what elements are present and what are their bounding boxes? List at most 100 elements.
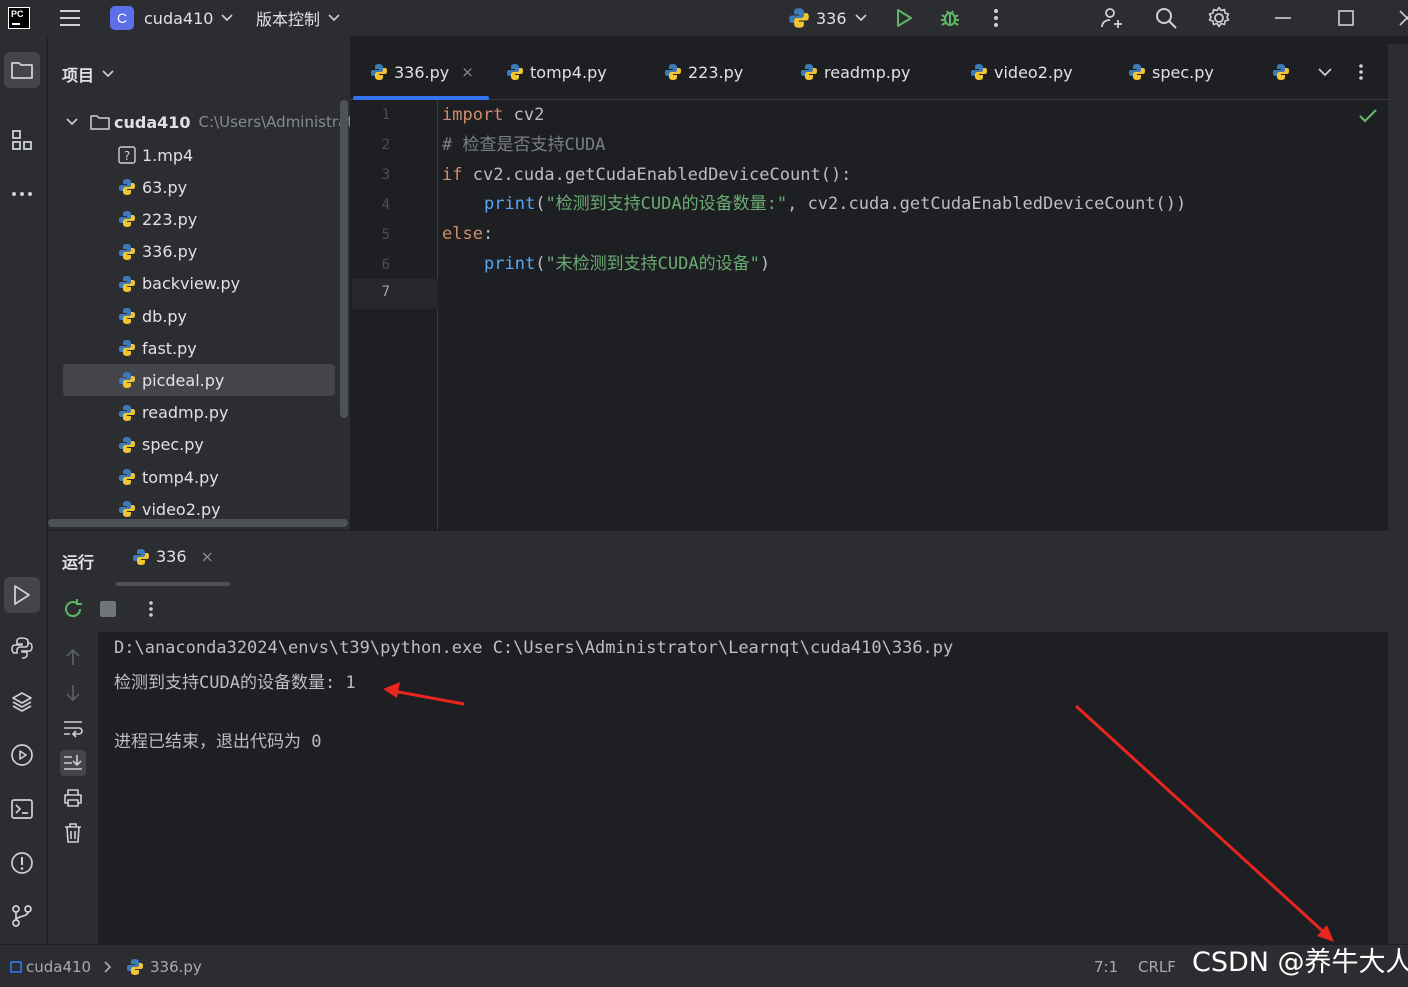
tree-file-item[interactable]: db.py xyxy=(118,300,187,332)
structure-tool-icon[interactable] xyxy=(4,122,40,158)
close-icon[interactable]: × xyxy=(201,547,214,566)
project-panel-title: 项目 xyxy=(62,66,95,85)
title-bar: PC C cuda410 版本控制 336 xyxy=(0,0,1408,36)
tree-file-item[interactable]: spec.py xyxy=(118,429,204,461)
console-line-exit: 进程已结束，退出代码为 0 xyxy=(114,732,322,752)
tab-spec-py[interactable]: spec.py xyxy=(1128,44,1214,100)
console-line-result: 检测到支持CUDA的设备数量: 1 xyxy=(114,673,356,693)
print-icon[interactable] xyxy=(60,785,86,811)
tree-file-item[interactable]: fast.py xyxy=(118,332,197,364)
main-menu-icon[interactable] xyxy=(58,6,82,30)
tree-file-label: db.py xyxy=(142,306,188,326)
tree-file-label: tomp4.py xyxy=(142,467,219,487)
console-line-command: D:\anaconda32024\envs\t39\python.exe C:\… xyxy=(114,638,954,658)
run-tab-336[interactable]: 336 × xyxy=(132,547,214,566)
minimize-icon[interactable] xyxy=(1271,6,1295,30)
tree-root-folder[interactable]: cuda410 C:\Users\Administrat xyxy=(66,106,350,138)
search-icon[interactable] xyxy=(1154,6,1178,30)
scroll-up-icon[interactable] xyxy=(60,644,86,670)
python-console-icon[interactable] xyxy=(4,630,40,666)
chevron-down-icon xyxy=(221,14,234,22)
pycharm-logo-icon[interactable]: PC xyxy=(8,7,30,29)
close-window-icon[interactable] xyxy=(1394,6,1408,30)
python-file-icon xyxy=(1273,64,1289,80)
tab-223-py[interactable]: 223.py xyxy=(664,44,743,100)
caret-position[interactable]: 7:1 xyxy=(1094,945,1118,987)
scroll-to-end-icon[interactable] xyxy=(60,750,86,776)
code-text: ( xyxy=(535,194,546,214)
tree-file-item[interactable]: 63.py xyxy=(118,171,187,203)
add-user-icon[interactable] xyxy=(1100,6,1124,30)
vcs-menu[interactable]: 版本控制 xyxy=(256,0,340,36)
code-editor[interactable]: import cv2 # 检查是否支持CUDA if cv2.cuda.getC… xyxy=(438,100,1388,530)
editor-tab-bar: 336.py × tomp4.py 223.py readmp.py video… xyxy=(350,44,1388,100)
right-tool-strip xyxy=(1388,44,1408,944)
problems-icon[interactable] xyxy=(4,845,40,881)
tab-tomp4-py[interactable]: tomp4.py xyxy=(506,44,607,100)
svg-text:?: ? xyxy=(124,149,130,163)
chevron-down-icon xyxy=(1318,67,1332,76)
rerun-icon[interactable] xyxy=(62,598,84,620)
tab-video2-py[interactable]: video2.py xyxy=(970,44,1073,100)
tree-file-item[interactable]: 223.py xyxy=(118,203,197,235)
tree-file-item[interactable]: 336.py xyxy=(118,236,197,268)
tree-file-label: spec.py xyxy=(142,435,204,455)
line-ending-selector[interactable]: CRLF xyxy=(1138,945,1176,987)
no-problems-check-icon[interactable] xyxy=(1358,108,1378,124)
scroll-down-icon[interactable] xyxy=(60,680,86,706)
soft-wrap-icon[interactable] xyxy=(60,716,86,742)
project-scrollbar-vertical[interactable] xyxy=(340,100,348,418)
breadcrumb-file[interactable]: 336.py xyxy=(126,945,202,987)
run-icon[interactable] xyxy=(892,6,916,30)
more-tools-icon[interactable] xyxy=(4,176,40,212)
tree-file-item[interactable]: tomp4.py xyxy=(118,461,219,493)
debug-icon[interactable] xyxy=(938,6,962,30)
tab-label: 223.py xyxy=(688,62,744,82)
tab-label: spec.py xyxy=(1152,62,1214,82)
python-file-icon xyxy=(665,64,681,80)
project-switcher[interactable]: C cuda410 xyxy=(110,0,234,36)
more-actions-icon[interactable] xyxy=(148,600,154,618)
stop-icon[interactable] xyxy=(100,601,116,617)
python-file-icon xyxy=(119,436,135,453)
tab-close-icon[interactable]: × xyxy=(461,63,474,81)
tab-336-py[interactable]: 336.py × xyxy=(370,44,474,100)
tab-list-dropdown[interactable] xyxy=(1318,44,1332,100)
project-panel: 项目 cuda410 C:\Users\Administrat ? 1.mp4 63… xyxy=(48,36,350,530)
maximize-icon[interactable] xyxy=(1334,6,1358,30)
tree-file-item[interactable]: readmp.py xyxy=(118,397,228,429)
run-config-selector[interactable]: 336 xyxy=(788,0,867,36)
line-number: 2 xyxy=(381,137,390,153)
csdn-watermark: CSDN @养牛大人 xyxy=(1192,947,1408,978)
project-scrollbar-horizontal[interactable] xyxy=(48,519,348,527)
python-file-icon xyxy=(507,64,523,80)
python-packages-icon[interactable] xyxy=(4,684,40,720)
breadcrumb-project-label: cuda410 xyxy=(26,957,92,976)
line-number: 4 xyxy=(381,197,390,213)
keyword-import: import xyxy=(442,105,504,125)
run-tool-icon[interactable] xyxy=(4,577,40,613)
console-output[interactable]: D:\anaconda32024\envs\t39\python.exe C:\… xyxy=(98,632,1388,944)
settings-gear-icon[interactable] xyxy=(1207,6,1231,30)
terminal-icon[interactable] xyxy=(4,791,40,827)
code-line-2: # 检查是否支持CUDA xyxy=(442,130,605,160)
tab-readmp-py[interactable]: readmp.py xyxy=(800,44,910,100)
project-tool-icon[interactable] xyxy=(4,52,40,88)
python-file-icon xyxy=(119,404,135,421)
tab-overflow-python[interactable] xyxy=(1272,44,1296,100)
breadcrumb-project[interactable]: cuda410 xyxy=(10,945,91,987)
more-actions-icon[interactable] xyxy=(984,6,1008,30)
keyword-if: if xyxy=(442,165,463,185)
git-branch-icon[interactable] xyxy=(4,898,40,934)
trash-icon[interactable] xyxy=(60,820,86,846)
line-number-gutter: 1 2 3 4 5 6 xyxy=(350,100,438,530)
tree-file-item[interactable]: picdeal.py xyxy=(63,364,335,397)
chevron-down-icon[interactable] xyxy=(66,118,78,126)
services-icon[interactable] xyxy=(4,737,40,773)
line-number-current: 7 xyxy=(381,284,390,300)
tab-more-actions[interactable] xyxy=(1358,44,1364,100)
python-file-icon xyxy=(1129,64,1145,80)
tree-file-item[interactable]: backview.py xyxy=(118,268,240,300)
project-panel-header[interactable]: 项目 xyxy=(62,62,114,86)
tree-file-item[interactable]: ? 1.mp4 xyxy=(118,139,193,171)
